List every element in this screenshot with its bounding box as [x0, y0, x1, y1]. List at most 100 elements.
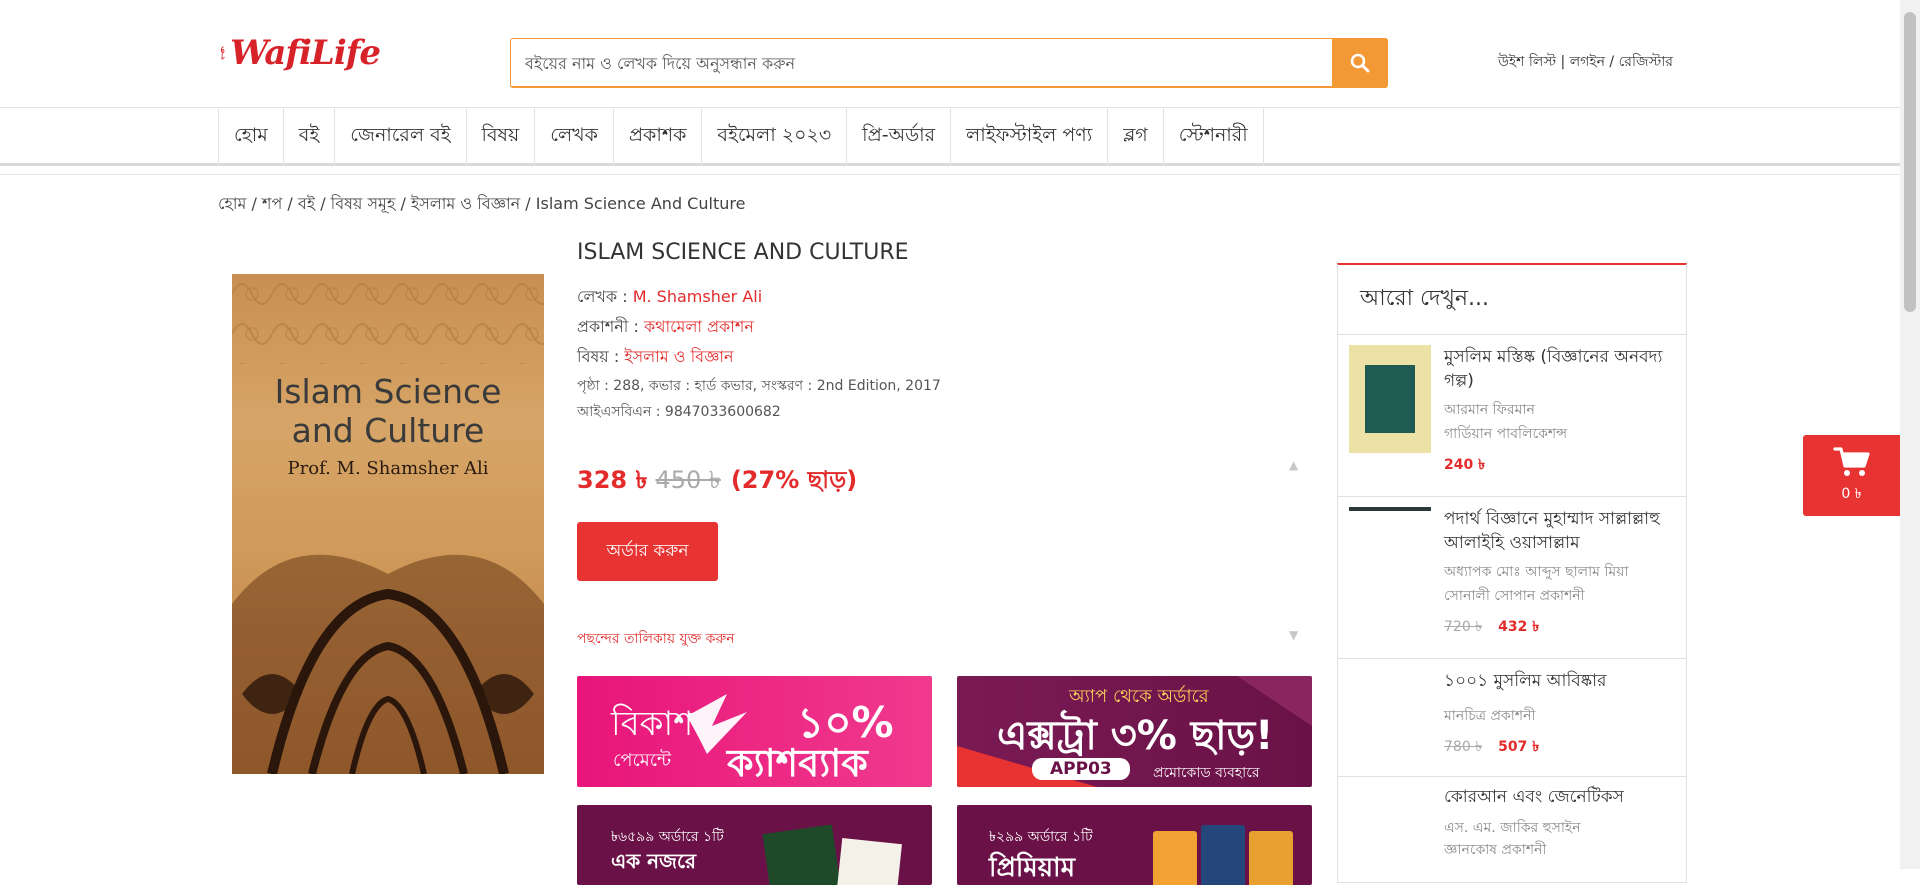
- subject-link[interactable]: ইসলাম ও বিজ্ঞান: [624, 347, 733, 366]
- book-info: মুসলিম মস্তিষ্ক (বিজ্ঞানের অনবদ্য গল্প) …: [1444, 345, 1676, 477]
- nav-item-general-books[interactable]: জেনারেল বই: [335, 108, 467, 166]
- book-price: 240 ৳: [1444, 453, 1676, 477]
- product-publisher-line: প্রকাশনী : কথামেলা প্রকাশন: [577, 314, 754, 341]
- product-meta: পৃষ্ঠা : 288, কভার : হার্ড কভার, সংস্করণ…: [577, 378, 941, 394]
- register-link[interactable]: রেজিস্টার: [1619, 54, 1673, 70]
- nav-item-authors[interactable]: লেখক: [535, 108, 614, 166]
- book-title: পদার্থ বিজ্ঞানে মুহাম্মাদ সাল্লাল্লাহু আ…: [1444, 509, 1660, 553]
- book-title: মুসলিম মস্তিষ্ক (বিজ্ঞানের অনবদ্য গল্প): [1444, 347, 1663, 391]
- banner-text: প্রমোকোড ব্যবহারে: [1153, 765, 1260, 781]
- book-info: কোরআন এবং জেনেটিকস এস. এম. জাকির হুসাইন …: [1444, 785, 1676, 861]
- breadcrumb: হোম / শপ / বই / বিষয় সমূহ / ইসলাম ও বিজ…: [218, 191, 745, 218]
- price-current: 432 ৳: [1498, 619, 1540, 635]
- book-price: 780 ৳ 507 ৳: [1444, 735, 1676, 759]
- gift-offer-banner[interactable]: ৳৬৫৯৯ অর্ডারে ১টি এক নজরে: [577, 805, 932, 885]
- scrollbar-thumb[interactable]: [1904, 12, 1916, 312]
- nav-item-subjects[interactable]: বিষয়: [467, 108, 536, 166]
- product-isbn: আইএসবিএন : 9847033600682: [577, 404, 781, 420]
- breadcrumb-shop[interactable]: শপ: [262, 194, 282, 213]
- add-to-wishlist-link[interactable]: পছন্দের তালিকায় যুক্ত করুন: [577, 627, 735, 651]
- banner-text: এক নজরে: [611, 849, 697, 873]
- price-current: 328 ৳: [577, 466, 648, 494]
- banner-text: পেমেন্টে: [613, 750, 672, 771]
- link-separator: /: [1604, 54, 1619, 70]
- breadcrumb-books[interactable]: বই: [298, 194, 315, 213]
- nav-item-publishers[interactable]: প্রকাশক: [614, 108, 703, 166]
- related-book-item[interactable]: ১০০১ মুসলিম আবিষ্কার মানচিত্র প্রকাশনী 7…: [1338, 659, 1686, 777]
- chevron-down-icon[interactable]: ▼: [1289, 628, 1298, 642]
- app-order-banner[interactable]: অ্যাপ থেকে অর্ডারে এক্সট্রা ৩% ছাড়! APP…: [957, 676, 1312, 787]
- premium-offer-banner[interactable]: ৳২৯৯ অর্ডারে ১টি প্রিমিয়াম: [957, 805, 1312, 885]
- breadcrumb-current: Islam Science And Culture: [535, 194, 746, 213]
- bkash-cashback-banner[interactable]: বিকাশ পেমেন্টে ১০% ক্যাশব্যাক: [577, 676, 932, 787]
- logo-text: WafiLife: [230, 33, 381, 73]
- book-thumbnail: [1153, 831, 1197, 885]
- book-thumbnail: [1201, 825, 1245, 885]
- related-book-item[interactable]: কোরআন এবং জেনেটিকস এস. এম. জাকির হুসাইন …: [1338, 777, 1686, 882]
- price-current: 240 ৳: [1444, 457, 1486, 473]
- search-button[interactable]: [1332, 38, 1388, 88]
- cart-amount: 0 ৳: [1841, 485, 1862, 502]
- price-original: 780 ৳: [1444, 739, 1483, 755]
- product-title: ISLAM SCIENCE AND CULTURE: [577, 240, 909, 265]
- account-links: উইশ লিস্ট | লগইন / রেজিস্টার: [1498, 50, 1673, 74]
- nav-item-pre-order[interactable]: প্রি-অর্ডার: [847, 108, 952, 166]
- chevron-up-icon[interactable]: ▲: [1289, 458, 1298, 472]
- breadcrumb-home[interactable]: হোম: [218, 194, 246, 213]
- cover-author: Prof. M. Shamsher Ali: [287, 458, 489, 479]
- login-link[interactable]: লগইন: [1570, 54, 1605, 70]
- subject-label: বিষয় :: [577, 347, 625, 366]
- nav-item-stationery[interactable]: স্টেশনারী: [1164, 108, 1264, 166]
- banner-text: প্রিমিয়াম: [989, 853, 1076, 883]
- related-book-item[interactable]: পদার্থ বিজ্ঞানে মুহাম্মাদ সাল্লাল্লাহু আ…: [1338, 497, 1686, 659]
- nav-item-blog[interactable]: ব্লগ: [1108, 108, 1164, 166]
- book-author: মানচিত্র প্রকাশনী: [1444, 708, 1536, 724]
- book-title: ১০০১ মুসলিম আবিষ্কার: [1444, 671, 1607, 691]
- nav-list: হোম বই জেনারেল বই বিষয় লেখক প্রকাশক বইম…: [218, 108, 1264, 166]
- breadcrumb-category[interactable]: ইসলাম ও বিজ্ঞান: [411, 194, 520, 213]
- related-books-sidebar: আরো দেখুন... মুসলিম মস্তিষ্ক (বিজ্ঞানের …: [1337, 263, 1687, 883]
- breadcrumb-separator: /: [246, 194, 262, 213]
- main-nav: হোম বই জেনারেল বই বিষয় লেখক প্রকাশক বইম…: [0, 108, 1900, 166]
- cover-title-line2: and Culture: [291, 411, 485, 450]
- promo-code: APP03: [1032, 758, 1130, 780]
- publisher-label: প্রকাশনী :: [577, 317, 644, 336]
- search-input[interactable]: [511, 39, 1333, 87]
- book-thumbnail: [762, 824, 842, 885]
- wishlist-link[interactable]: উইশ লিস্ট: [1498, 54, 1556, 70]
- banner-text: ক্যাশব্যাক: [727, 741, 868, 785]
- nav-item-books[interactable]: বই: [284, 108, 336, 166]
- floating-cart-button[interactable]: 0 ৳: [1803, 435, 1900, 516]
- book-thumbnail: [1249, 831, 1293, 885]
- breadcrumb-subjects[interactable]: বিষয় সমূহ: [331, 194, 396, 213]
- link-separator: |: [1556, 54, 1570, 70]
- book-thumbnail: [1349, 507, 1431, 511]
- related-book-item[interactable]: মুসলিম মস্তিষ্ক (বিজ্ঞানের অনবদ্য গল্প) …: [1338, 335, 1686, 497]
- search-bar: [510, 38, 1388, 88]
- publisher-link[interactable]: কথামেলা প্রকাশন: [644, 317, 754, 336]
- cover-ornament: [232, 274, 544, 774]
- book-author: আরমান ফিরমান: [1444, 402, 1535, 418]
- author-link[interactable]: M. Shamsher Ali: [633, 287, 762, 306]
- page-scrollbar[interactable]: [1900, 0, 1920, 869]
- nav-item-book-fair[interactable]: বইমেলা ২০২৩: [702, 108, 848, 166]
- sidebar-heading: আরো দেখুন...: [1338, 265, 1686, 335]
- breadcrumb-separator: /: [520, 194, 536, 213]
- cart-icon: [1832, 446, 1870, 476]
- book-thumbnail: [836, 838, 902, 885]
- breadcrumb-separator: /: [395, 194, 411, 213]
- book-cover-image[interactable]: Islam Science and Culture Prof. M. Shams…: [232, 274, 544, 774]
- book-publisher: জ্ঞানকোষ প্রকাশনী: [1444, 842, 1547, 858]
- site-header: WafiLife উইশ লিস্ট | লগইন / রেজিস্টার: [0, 0, 1900, 108]
- book-publisher: গার্ডিয়ান পাবলিকেশন্স: [1444, 426, 1568, 442]
- nav-item-home[interactable]: হোম: [219, 108, 284, 166]
- site-logo[interactable]: WafiLife: [220, 18, 381, 88]
- order-button[interactable]: অর্ডার করুন: [577, 522, 718, 581]
- nav-item-lifestyle[interactable]: লাইফস্টাইল পণ্য: [951, 108, 1109, 166]
- breadcrumb-separator: /: [315, 194, 331, 213]
- price-original: 450 ৳: [655, 466, 721, 494]
- product-price: 328 ৳ 450 ৳ (27% ছাড়): [577, 462, 857, 502]
- author-label: লেখক :: [577, 287, 633, 306]
- divider: [0, 174, 1900, 175]
- banner-text: ৳২৯৯ অর্ডারে ১টি: [989, 829, 1093, 845]
